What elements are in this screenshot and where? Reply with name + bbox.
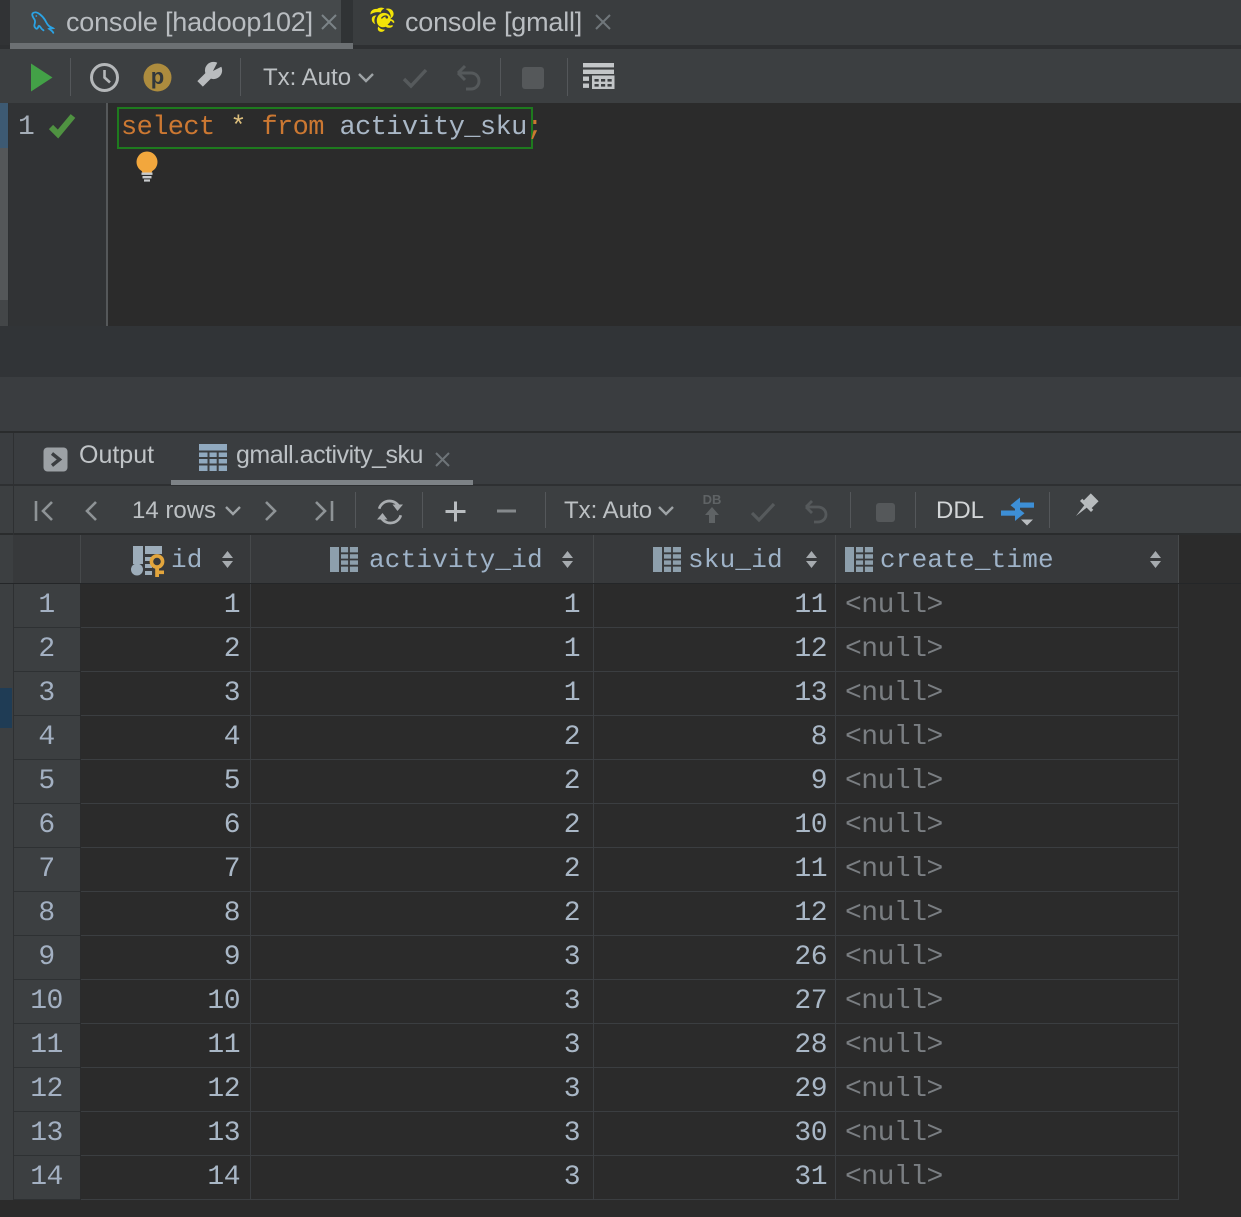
svg-text:p: p bbox=[151, 64, 164, 89]
svg-text:DB: DB bbox=[703, 492, 722, 507]
